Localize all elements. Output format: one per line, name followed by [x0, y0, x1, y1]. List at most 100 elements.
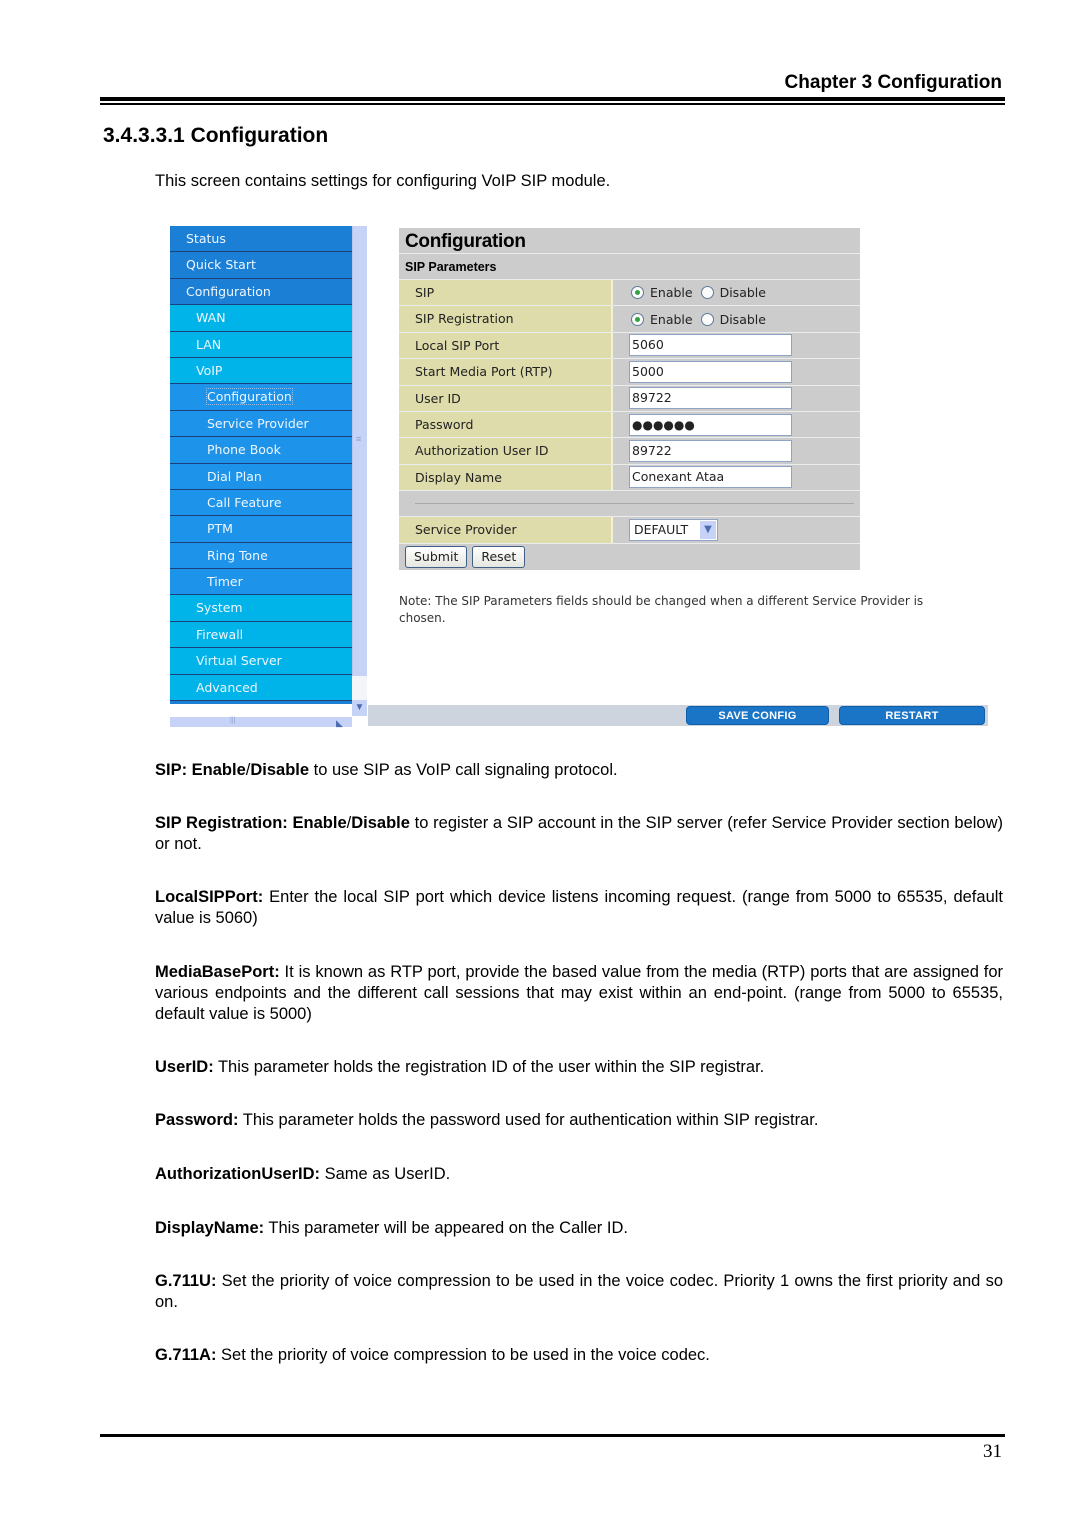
sip-radio-group: Enable Disable [629, 285, 774, 300]
chevron-down-icon[interactable]: ▼ [700, 520, 716, 539]
radio-label: Enable [650, 285, 693, 301]
auth-user-id-row: Authorization User ID 89722 [399, 438, 860, 465]
sidebar-item-system[interactable]: System [170, 595, 352, 622]
para-term: LocalSIPPort: [155, 888, 264, 906]
sidebar-item-service-provider[interactable]: Service Provider [170, 410, 352, 438]
sidebar-item-label: Phone Book [207, 442, 281, 458]
para-media-base-port: MediaBasePort: It is known as RTP port, … [155, 962, 1003, 1025]
header-rule-thin [100, 103, 1005, 105]
sidebar-item-label: Dial Plan [207, 468, 262, 484]
footer-rule [100, 1434, 1005, 1437]
para-term: Disable [250, 761, 310, 779]
sidebar-item-dial-plan[interactable]: Dial Plan [170, 463, 352, 490]
scrollbar-track[interactable] [352, 676, 367, 700]
sidebar-nav: Status Quick Start Configuration WAN LAN… [170, 226, 352, 704]
para-text: It is known as RTP port, provide the bas… [155, 963, 1003, 1023]
para-term: SIP Registration: Enable [155, 814, 347, 832]
sidebar-item-label: Status [186, 231, 226, 246]
sidebar-item-voip-configuration[interactable]: Configuration [170, 384, 352, 411]
sidebar-item-voip[interactable]: VoIP [170, 357, 352, 385]
sip-disable-radio[interactable] [700, 286, 714, 300]
configuration-panel: Configuration SIP Parameters SIP Enable … [399, 228, 860, 570]
sidebar-item-advanced[interactable]: Advanced [170, 674, 352, 702]
display-name-input[interactable]: Conexant Ataa [629, 466, 792, 489]
start-media-port-row: Start Media Port (RTP) 5000 [399, 359, 860, 386]
sidebar-item-label: Configuration [186, 283, 271, 299]
radio-label: Disable [719, 285, 766, 301]
submit-button[interactable]: Submit [405, 545, 468, 568]
para-display-name: DisplayName: This parameter will be appe… [155, 1218, 1003, 1239]
sip-registration-enable-radio[interactable] [631, 312, 644, 326]
sidebar-item-label: Service Provider [207, 415, 309, 431]
form-buttons: Submit Reset [399, 543, 860, 570]
sip-registration-disable-radio[interactable] [700, 312, 714, 326]
auth-user-id-input[interactable]: 89722 [629, 440, 792, 463]
para-g711u: G.711U: Set the priority of voice compre… [155, 1271, 1003, 1313]
display-name-label: Display Name [399, 464, 613, 491]
sip-registration-label: SIP Registration [399, 306, 613, 332]
para-sip: SIP: Enable/Disable to use SIP as VoIP c… [155, 760, 1003, 781]
user-id-row: User ID 89722 [399, 385, 860, 412]
para-term: UserID: [155, 1058, 214, 1076]
local-sip-port-input[interactable]: 5060 [629, 334, 792, 357]
sidebar-item-save-config[interactable]: Save Config [170, 701, 352, 704]
start-media-port-input[interactable]: 5000 [629, 360, 792, 383]
para-text: Set the priority of voice compression to… [216, 1346, 710, 1364]
sidebar-item-call-feature[interactable]: Call Feature [170, 489, 352, 517]
scrollbar-grip-icon: ≡ [356, 434, 362, 444]
sidebar-item-label: Virtual Server [196, 653, 282, 669]
para-password: Password: This parameter holds the passw… [155, 1110, 1003, 1131]
password-input[interactable]: ●●●●●● [629, 413, 792, 436]
sidebar-item-lan[interactable]: LAN [170, 331, 352, 358]
sidebar-item-label: Configuration [206, 388, 293, 406]
page-number: 31 [983, 1441, 1002, 1462]
save-config-button[interactable]: SAVE CONFIG [686, 706, 829, 725]
resize-grip-icon[interactable]: ◣ [336, 718, 343, 729]
sidebar-item-quick-start[interactable]: Quick Start [170, 252, 352, 279]
scroll-down-icon[interactable]: ▼ [352, 700, 367, 716]
display-name-row: Display Name Conexant Ataa [399, 464, 860, 492]
reset-button[interactable]: Reset [472, 545, 526, 568]
password-row: Password ●●●●●● [399, 411, 860, 439]
sidebar-vertical-scrollbar[interactable]: ≡ [352, 226, 367, 676]
intro-text: This screen contains settings for config… [155, 172, 611, 190]
router-ui-screenshot: Status Quick Start Configuration WAN LAN… [168, 224, 988, 728]
sidebar-item-ring-tone[interactable]: Ring Tone [170, 542, 352, 570]
separator-row [399, 491, 860, 518]
sidebar-item-timer[interactable]: Timer [170, 569, 352, 596]
note-text: Note: The SIP Parameters fields should b… [399, 594, 924, 625]
radio-label: Enable [650, 311, 693, 327]
para-term: Disable [351, 814, 410, 832]
para-text: This parameter will be appeared on the C… [264, 1219, 628, 1237]
sip-enable-radio[interactable] [631, 286, 644, 300]
panel-title: Configuration [399, 228, 860, 254]
start-media-port-label: Start Media Port (RTP) [399, 359, 613, 385]
para-local-sip-port: LocalSIPPort: Enter the local SIP port w… [155, 887, 1003, 929]
panel-subtitle: SIP Parameters [399, 254, 860, 280]
para-term: MediaBasePort: [155, 963, 280, 981]
sidebar-item-label: Timer [207, 574, 243, 590]
para-term: G.711U: [155, 1272, 217, 1290]
sidebar-item-label: WAN [196, 310, 226, 326]
sidebar-item-configuration[interactable]: Configuration [170, 278, 352, 306]
sidebar-item-label: Ring Tone [207, 547, 268, 563]
sidebar-item-ptm[interactable]: PTM [170, 516, 352, 543]
local-sip-port-label: Local SIP Port [399, 332, 613, 359]
para-text: Enter the local SIP port which device li… [155, 888, 1003, 927]
sidebar-horizontal-scrollbar[interactable]: ||| [170, 717, 352, 727]
service-provider-select[interactable]: DEFAULT ▼ [629, 518, 718, 541]
sidebar-item-firewall[interactable]: Firewall [170, 621, 352, 649]
para-term: G.711A: [155, 1346, 217, 1364]
sidebar-item-wan[interactable]: WAN [170, 305, 352, 332]
para-term: SIP: Enable [155, 761, 246, 779]
sidebar-item-status[interactable]: Status [170, 226, 352, 253]
sidebar-item-virtual-server[interactable]: Virtual Server [170, 648, 352, 675]
sidebar-item-phone-book[interactable]: Phone Book [170, 437, 352, 464]
service-provider-label: Service Provider [399, 517, 613, 543]
restart-button[interactable]: RESTART [839, 706, 985, 725]
service-provider-row: Service Provider DEFAULT ▼ [399, 517, 860, 544]
para-text: Same as UserID. [320, 1165, 451, 1183]
sip-label: SIP [399, 280, 613, 306]
sidebar-item-label: Firewall [196, 626, 244, 642]
user-id-input[interactable]: 89722 [629, 387, 792, 410]
